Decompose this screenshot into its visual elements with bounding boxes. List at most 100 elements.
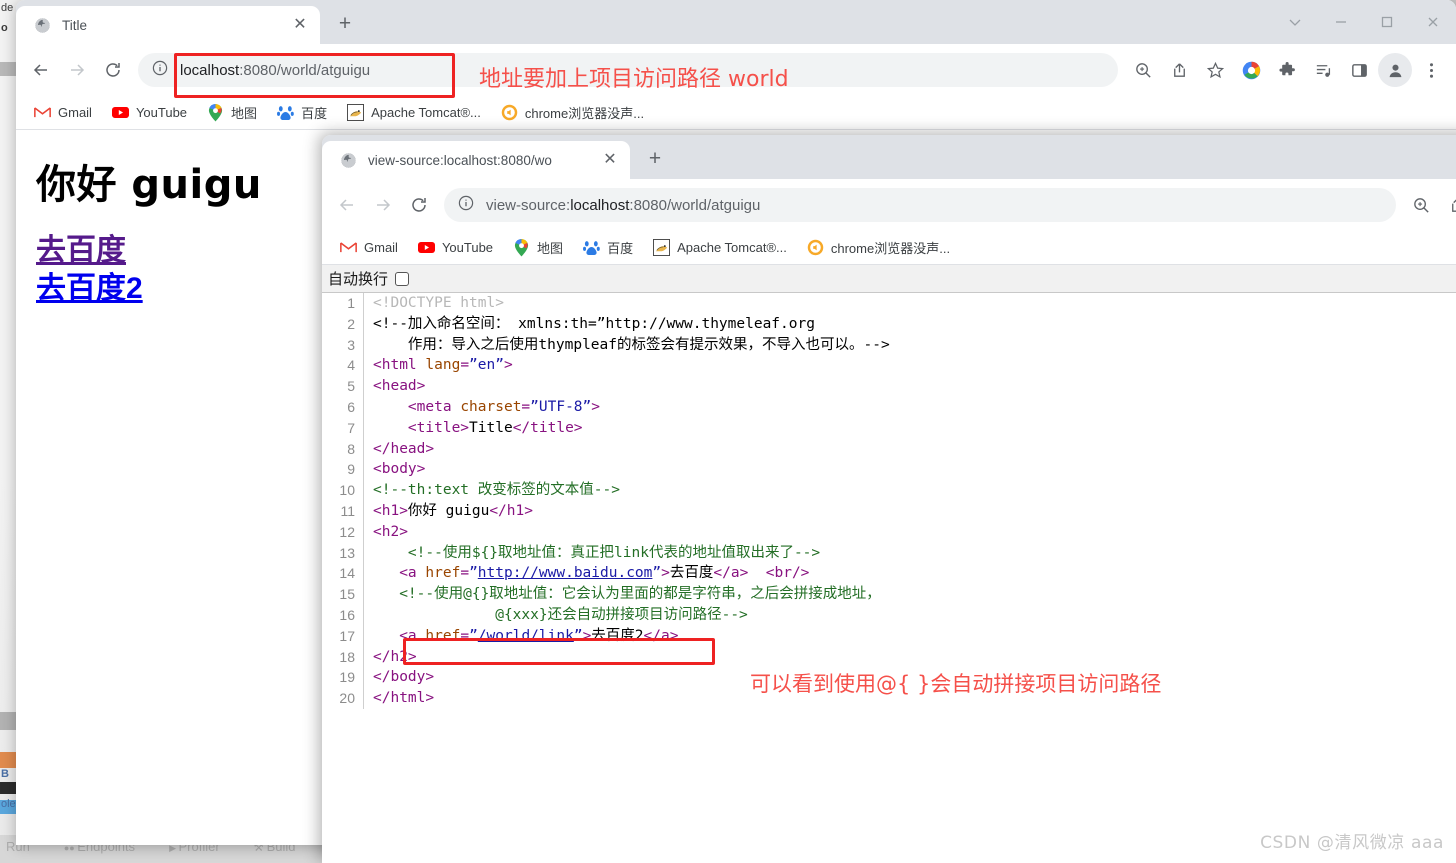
bookmark-chrome-sound[interactable]: chrome浏览器没声...	[799, 235, 958, 260]
line-wrap-checkbox[interactable]	[395, 271, 410, 286]
code-line: 5 <head>	[322, 376, 1456, 397]
code-line-text: </body>	[373, 669, 435, 686]
close-icon[interactable]: ✕	[290, 15, 310, 35]
url-path: :8080/world/atguigu	[629, 196, 761, 214]
forward-arrow-icon[interactable]	[60, 53, 94, 87]
code-line-text: <a href=”http://www.baidu.com”>去百度</a> <…	[399, 565, 810, 582]
line-wrap-bar: 自动换行	[322, 265, 1456, 293]
toolbar-right-icons	[1404, 188, 1456, 222]
window-close-icon[interactable]	[1410, 0, 1456, 44]
bookmark-label: Apache Tomcat®...	[371, 105, 481, 120]
code-line: 14 <a href=”http://www.baidu.com”>去百度</a…	[322, 563, 1456, 585]
code-line-text: <!--加入命名空间： xmlns:th=”http://www.thymele…	[373, 315, 815, 332]
link-baidu-2[interactable]: 去百度2	[36, 272, 143, 305]
new-tab-button[interactable]: +	[330, 9, 360, 39]
zoom-icon[interactable]	[1126, 53, 1160, 87]
google-circle-icon[interactable]	[1234, 53, 1268, 87]
zoom-icon[interactable]	[1404, 188, 1438, 222]
site-info-icon[interactable]	[458, 195, 476, 216]
line-number: 19	[322, 667, 364, 689]
globe-icon	[340, 152, 357, 169]
code-line-text: <head>	[373, 378, 426, 395]
bookmark-label: 百度	[301, 106, 328, 121]
line-number: 14	[322, 563, 364, 585]
url-host: localhost	[570, 196, 630, 214]
share-icon[interactable]	[1440, 188, 1456, 222]
bookmarks-bar: Gmail YouTube 地图 百度 Apache Tomcat®... ch…	[16, 96, 1456, 130]
bookmark-gmail[interactable]: Gmail	[332, 236, 406, 259]
site-info-icon[interactable]	[152, 60, 170, 81]
toolbar-right-icons	[1126, 53, 1448, 87]
bookmark-gmail[interactable]: Gmail	[26, 101, 100, 124]
code-line: 8 </head>	[322, 438, 1456, 460]
address-bar[interactable]: view-source:localhost:8080/world/atguigu	[444, 188, 1396, 222]
code-line-text: <!--使用@{}取地址值：它会认为里面的都是字符串，之后会拼接成地址，	[399, 586, 881, 603]
bookmark-youtube[interactable]: YouTube	[410, 236, 501, 259]
bookmark-label: YouTube	[441, 240, 494, 255]
line-number: 12	[322, 521, 364, 543]
address-bar-url: localhost:8080/world/atguigu	[180, 62, 370, 79]
forward-arrow-icon[interactable]	[366, 188, 400, 222]
media-list-icon[interactable]	[1306, 53, 1340, 87]
minimize-icon[interactable]	[1318, 0, 1364, 44]
bookmark-label: 地图	[537, 241, 564, 256]
link-baidu[interactable]: 去百度	[36, 234, 126, 267]
line-wrap-label: 自动换行	[328, 270, 389, 288]
browser-toolbar: view-source:localhost:8080/world/atguigu	[322, 179, 1456, 231]
baidu-icon	[277, 104, 294, 121]
bookmark-tomcat[interactable]: Apache Tomcat®...	[645, 236, 795, 259]
star-icon[interactable]	[1198, 53, 1232, 87]
close-icon[interactable]: ✕	[600, 150, 620, 170]
browser-tab[interactable]: view-source:localhost:8080/wo ✕	[322, 141, 630, 179]
bookmark-baidu[interactable]: 百度	[269, 100, 335, 125]
share-icon[interactable]	[1162, 53, 1196, 87]
code-line: 3 作用：导入之后使用thympleaf的标签会有提示效果，不导入也可以。-->	[322, 334, 1456, 356]
reload-icon[interactable]	[96, 53, 130, 87]
browser-tab[interactable]: Title ✕	[16, 6, 320, 44]
reload-icon[interactable]	[402, 188, 436, 222]
url-host: localhost	[180, 61, 240, 79]
line-number: 18	[322, 646, 364, 668]
chrome-sound-icon	[501, 104, 518, 121]
back-arrow-icon[interactable]	[24, 53, 58, 87]
line-number: 1	[322, 293, 364, 314]
maps-pin-icon	[513, 238, 530, 256]
line-number: 5	[322, 376, 364, 397]
chevron-down-icon[interactable]	[1272, 0, 1318, 44]
ide-text-fragment: ole	[1, 798, 16, 810]
extensions-icon[interactable]	[1270, 53, 1304, 87]
bookmark-tomcat[interactable]: Apache Tomcat®...	[339, 101, 489, 124]
back-arrow-icon[interactable]	[330, 188, 364, 222]
code-line-text: <body>	[373, 461, 426, 478]
baidu-icon	[583, 239, 600, 256]
bookmark-youtube[interactable]: YouTube	[104, 101, 195, 124]
profile-icon[interactable]	[1378, 53, 1412, 87]
line-number: 4	[322, 355, 364, 377]
gmail-icon	[340, 239, 357, 256]
code-line: 6 <meta charset=”UTF-8”>	[322, 396, 1456, 418]
bookmark-maps[interactable]: 地图	[505, 235, 571, 260]
new-tab-button[interactable]: +	[640, 144, 670, 174]
code-line-text: <meta charset=”UTF-8”>	[407, 398, 600, 415]
bookmark-maps[interactable]: 地图	[199, 100, 265, 125]
code-line: 18 </h2>	[322, 646, 1456, 668]
code-line-text: </html>	[373, 690, 435, 707]
maps-pin-icon	[207, 103, 224, 121]
maximize-icon[interactable]	[1364, 0, 1410, 44]
menu-icon[interactable]	[1414, 53, 1448, 87]
code-line: 11 <h1>你好 guigu</h1>	[322, 500, 1456, 522]
side-panel-icon[interactable]	[1342, 53, 1376, 87]
code-line-text: <title>Title</title>	[407, 419, 583, 436]
code-line: 12 <h2>	[322, 521, 1456, 543]
bookmark-baidu[interactable]: 百度	[575, 235, 641, 260]
code-line: 9 <body>	[322, 459, 1456, 481]
bookmark-chrome-sound[interactable]: chrome浏览器没声...	[493, 100, 652, 125]
tab-title: view-source:localhost:8080/wo	[368, 152, 552, 168]
code-line-text: <h1>你好 guigu</h1>	[373, 502, 533, 519]
bookmark-label: Gmail	[364, 240, 398, 255]
url-scheme: view-source:	[486, 196, 571, 214]
line-number: 16	[322, 604, 364, 626]
ide-text-fragment: de	[1, 2, 14, 14]
chrome-sound-icon	[807, 239, 824, 256]
tomcat-icon	[653, 239, 671, 256]
